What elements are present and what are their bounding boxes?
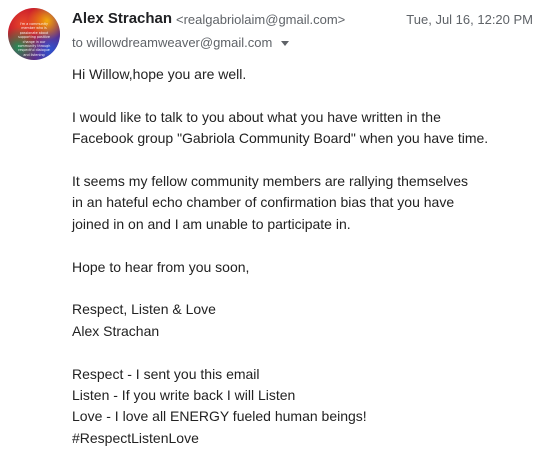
signoff-line-1: Respect, Listen & Love	[72, 301, 216, 318]
recipient-text: to willowdreamweaver@gmail.com	[72, 35, 273, 50]
recipient-details-dropdown-icon[interactable]	[281, 40, 290, 46]
sender-email: <realgabriolaim@gmail.com>	[176, 12, 346, 27]
sender-name[interactable]: Alex Strachan	[72, 10, 172, 27]
paragraph-2-line-2: in an hateful echo chamber of confirmati…	[72, 194, 455, 211]
message-body: Hi Willow,hope you are well. I would lik…	[72, 64, 532, 449]
postscript-hashtag[interactable]: #RespectListenLove	[72, 428, 532, 449]
paragraph-2-line-1: It seems my fellow community members are…	[72, 173, 469, 189]
recipient-line: to willowdreamweaver@gmail.com	[72, 35, 290, 50]
greeting: Hi Willow,hope you are well.	[72, 66, 247, 82]
sender-avatar[interactable]: I'm a community member who is passionate…	[8, 8, 60, 60]
paragraph-1-line-2: Facebook group "Gabriola Community Board…	[72, 130, 489, 147]
signoff-line-2: Alex Strachan	[72, 322, 160, 339]
postscript-line-1: Respect - I sent you this email	[72, 365, 260, 382]
paragraph-2-line-3: joined in on and I am unable to particip…	[72, 215, 351, 232]
paragraph-1-line-1: I would like to talk to you about what y…	[72, 108, 441, 125]
closing-line: Hope to hear from you soon,	[72, 258, 250, 275]
postscript-line-3: Love - I love all ENERGY fueled human be…	[72, 408, 367, 425]
postscript-line-2: Listen - If you write back I will Listen	[72, 387, 296, 404]
message-date: Tue, Jul 16, 12:20 PM	[406, 12, 533, 27]
avatar-caption: I'm a community member who is passionate…	[17, 22, 51, 57]
